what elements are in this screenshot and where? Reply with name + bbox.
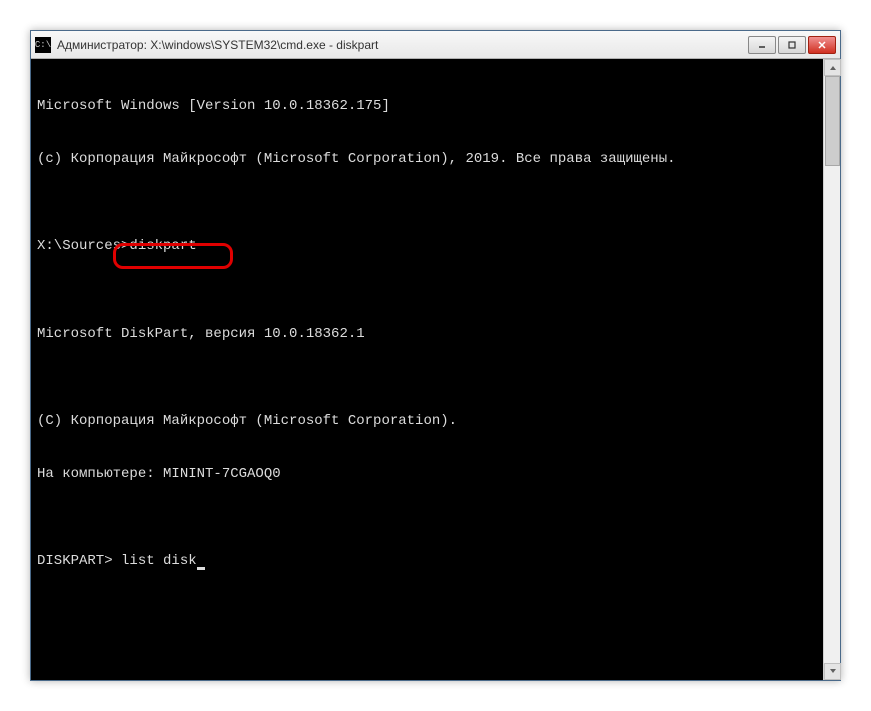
scroll-down-button[interactable] bbox=[824, 663, 841, 680]
terminal-line: Microsoft Windows [Version 10.0.18362.17… bbox=[37, 98, 834, 116]
terminal-line: (c) Корпорация Майкрософт (Microsoft Cor… bbox=[37, 151, 834, 169]
vertical-scrollbar[interactable] bbox=[823, 59, 840, 680]
terminal-area[interactable]: Microsoft Windows [Version 10.0.18362.17… bbox=[31, 59, 840, 680]
terminal-line: Microsoft DiskPart, версия 10.0.18362.1 bbox=[37, 326, 834, 344]
cmd-icon: C:\ bbox=[35, 37, 51, 53]
maximize-button[interactable] bbox=[778, 36, 806, 54]
window-controls bbox=[748, 36, 836, 54]
minimize-button[interactable] bbox=[748, 36, 776, 54]
terminal-line: На компьютере: MININT-7CGAOQ0 bbox=[37, 466, 834, 484]
window-title: Администратор: X:\windows\SYSTEM32\cmd.e… bbox=[57, 38, 748, 52]
terminal-line: X:\Sources>diskpart bbox=[37, 238, 834, 256]
cmd-window: C:\ Администратор: X:\windows\SYSTEM32\c… bbox=[30, 30, 841, 681]
scroll-up-button[interactable] bbox=[824, 59, 841, 76]
terminal-line: (C) Корпорация Майкрософт (Microsoft Cor… bbox=[37, 413, 834, 431]
cursor bbox=[197, 567, 205, 570]
scrollbar-thumb[interactable] bbox=[825, 76, 840, 166]
typed-command: list disk bbox=[121, 553, 197, 569]
prompt-line: DISKPART> list disk bbox=[37, 553, 834, 571]
titlebar[interactable]: C:\ Администратор: X:\windows\SYSTEM32\c… bbox=[31, 31, 840, 59]
close-button[interactable] bbox=[808, 36, 836, 54]
diskpart-prompt: DISKPART> bbox=[37, 553, 121, 569]
